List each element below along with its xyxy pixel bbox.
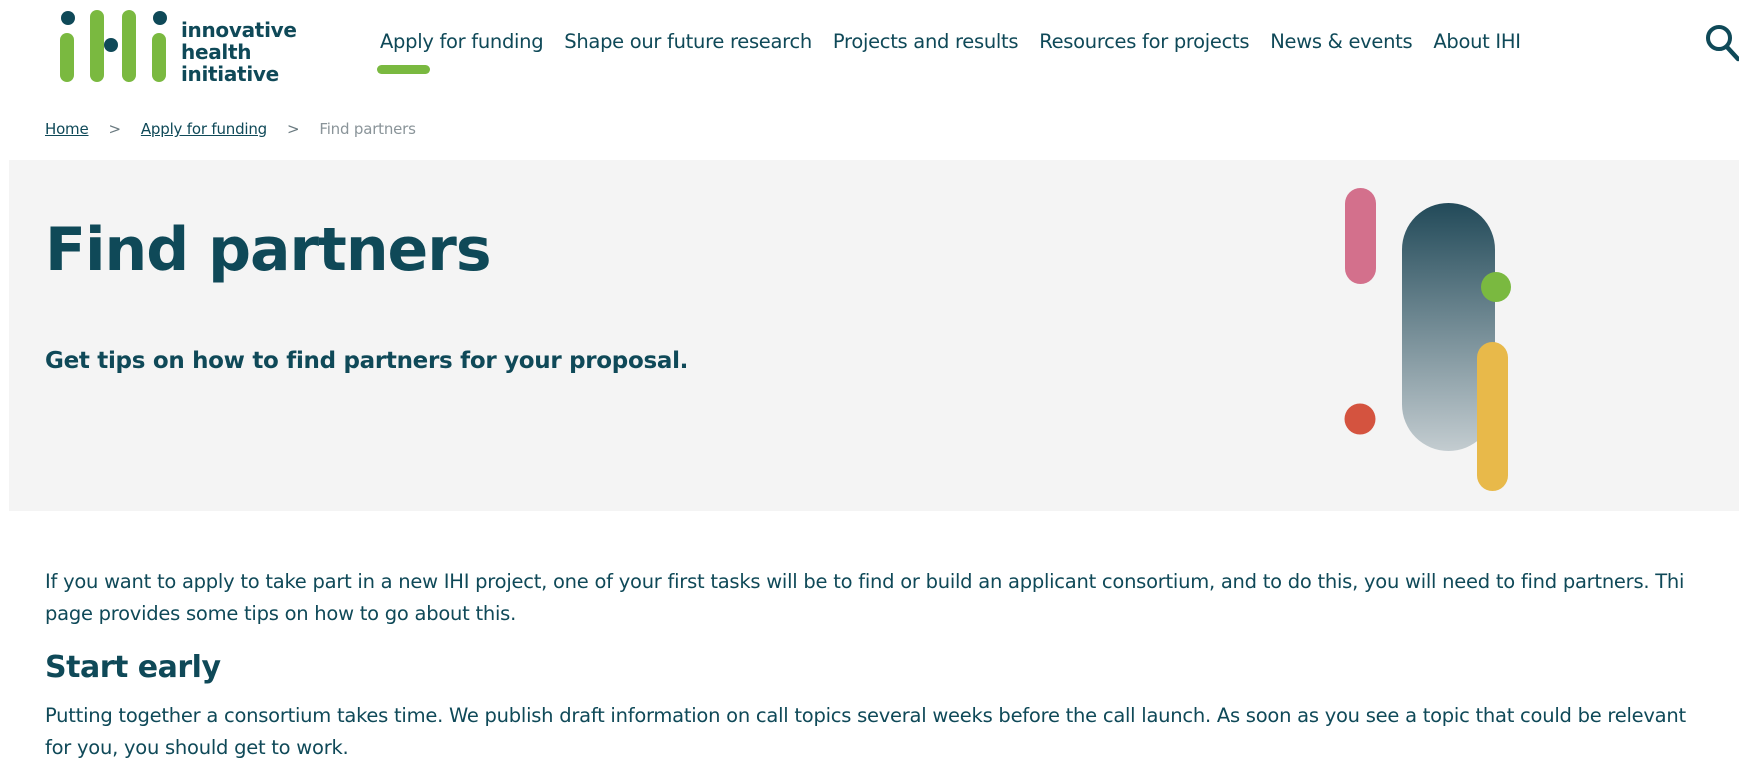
breadcrumb-home-link[interactable]: Home [45, 120, 89, 138]
nav-item-resources-for-projects[interactable]: Resources for projects [1039, 30, 1249, 53]
main-nav: Apply for funding Shape our future resea… [376, 30, 1542, 74]
breadcrumb-chevron-icon: > [108, 120, 122, 138]
logo-line-3: initiative [181, 62, 279, 86]
breadcrumb-apply-link[interactable]: Apply for funding [141, 120, 267, 138]
site-header: innovative health initiative Apply for f… [0, 0, 1739, 100]
decorative-shapes-illustration [1344, 188, 1511, 491]
search-button[interactable] [1704, 22, 1739, 62]
nav-item-apply-for-funding[interactable]: Apply for funding [376, 30, 544, 74]
intro-paragraph-line-1: If you want to apply to take part in a n… [45, 570, 1685, 593]
section-paragraph-line-1: Putting together a consortium takes time… [45, 704, 1686, 727]
breadcrumb: Home > Apply for funding > Find partners [45, 120, 416, 138]
logo-wordmark: innovative health initiative [181, 19, 297, 85]
ihi-logo-mark-icon [60, 10, 167, 82]
logo-line-1: innovative [181, 18, 297, 42]
logo-line-2: health [181, 40, 252, 64]
intro-paragraph-line-2: page provides some tips on how to go abo… [45, 602, 517, 625]
breadcrumb-current: Find partners [319, 120, 416, 138]
section-paragraph-line-2: for you, you should get to work. [45, 736, 349, 759]
nav-item-shape-future-research[interactable]: Shape our future research [564, 30, 812, 53]
hero-banner: Find partners Get tips on how to find pa… [9, 160, 1739, 511]
page-subtitle: Get tips on how to find partners for you… [45, 348, 689, 374]
page-title: Find partners [45, 215, 492, 285]
breadcrumb-chevron-icon: > [287, 120, 300, 138]
ihi-logo[interactable]: innovative health initiative [60, 10, 310, 85]
nav-item-about-ihi[interactable]: About IHI [1433, 30, 1521, 53]
nav-item-projects-and-results[interactable]: Projects and results [833, 30, 1019, 53]
search-icon [1706, 25, 1739, 62]
nav-item-news-events[interactable]: News & events [1270, 30, 1412, 53]
section-heading-start-early: Start early [45, 650, 221, 685]
